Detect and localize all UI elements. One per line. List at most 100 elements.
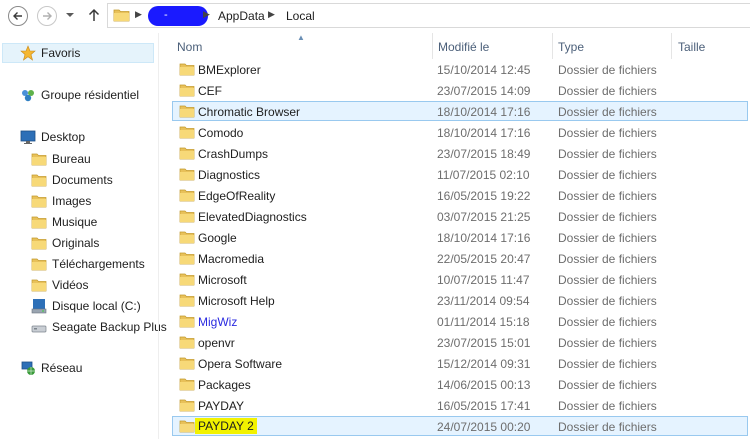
file-name: Chromatic Browser — [198, 105, 301, 119]
file-type: Dossier de fichiers — [558, 210, 657, 224]
file-type: Dossier de fichiers — [558, 420, 657, 434]
sidebar-item-homegroup[interactable]: Groupe résidentiel — [20, 85, 139, 105]
file-modified-date: 11/07/2015 02:10 — [437, 168, 530, 182]
sidebar-item-favorites[interactable]: Favoris — [2, 43, 154, 63]
sidebar-item-label: Bureau — [52, 152, 91, 166]
column-header-modified[interactable]: Modifié le — [438, 40, 489, 54]
sidebar-item-label: Desktop — [41, 130, 86, 144]
file-modified-date: 23/07/2015 14:09 — [437, 84, 531, 98]
file-modified-date: 23/07/2015 18:49 — [437, 147, 531, 161]
redaction-mark: - — [164, 9, 168, 21]
file-name: BMExplorer — [198, 63, 261, 77]
up-button[interactable] — [86, 6, 102, 24]
sidebar-item[interactable]: Seagate Backup Plus — [31, 317, 167, 337]
sidebar-item-label: Images — [52, 194, 92, 208]
sidebar-item[interactable]: Images — [31, 191, 91, 211]
sidebar-item-label: Vidéos — [52, 278, 89, 292]
sidebar-item-network[interactable]: Réseau — [20, 358, 82, 378]
file-name: Comodo — [198, 126, 244, 140]
file-row[interactable]: Google 18/10/2014 17:16 Dossier de fichier… — [172, 227, 748, 247]
file-row[interactable]: Microsoft 10/07/2015 11:47 Dossier de fich… — [172, 269, 748, 289]
file-type: Dossier de fichiers — [558, 336, 657, 350]
file-name: CrashDumps — [198, 147, 269, 161]
recent-locations-button[interactable] — [64, 8, 76, 22]
forward-arrow-icon — [37, 6, 57, 26]
file-type: Dossier de fichiers — [558, 63, 657, 77]
file-row[interactable]: CrashDumps 23/07/2015 18:49 Dossier de fic… — [172, 143, 748, 163]
pane-splitter[interactable] — [158, 33, 159, 439]
folder-icon — [31, 214, 47, 230]
column-header-name[interactable]: Nom — [177, 40, 202, 54]
sidebar-item[interactable]: Originals — [31, 233, 99, 253]
file-row[interactable]: ElevatedDiagnostics 03/07/2015 21:25 Dossi… — [172, 206, 748, 226]
breadcrumb-appdata[interactable]: AppData — [218, 9, 265, 23]
breadcrumb-separator-icon: ▶ — [203, 9, 210, 19]
navigation-pane: Favoris Groupe résidentiel Desktop Burea… — [0, 33, 167, 439]
file-name: EdgeOfReality — [198, 189, 276, 203]
file-row[interactable]: Diagnostics 11/07/2015 02:10 Dossier de fi… — [172, 164, 748, 184]
sidebar-item[interactable]: Disque local (C:) — [31, 296, 141, 316]
file-name: MigWiz — [198, 315, 238, 329]
file-row[interactable]: Macromedia 22/05/2015 20:47 Dossier de fic… — [172, 248, 748, 268]
sidebar-item-label: Téléchargements — [52, 257, 145, 271]
sidebar-item-desktop[interactable]: Desktop — [20, 127, 85, 147]
folder-icon — [31, 151, 47, 167]
file-type: Dossier de fichiers — [558, 399, 657, 413]
file-modified-date: 18/10/2014 17:16 — [437, 126, 531, 140]
sidebar-item[interactable]: Bureau — [31, 149, 91, 169]
back-button[interactable] — [7, 5, 29, 27]
file-row[interactable]: CEF 23/07/2015 14:09 Dossier de fichiers — [172, 80, 748, 100]
folder-icon — [179, 419, 195, 434]
file-row[interactable]: Microsoft Help 23/11/2014 09:54 Dossier de… — [172, 290, 748, 310]
folder-icon — [179, 209, 195, 224]
folder-icon — [31, 277, 47, 293]
file-row[interactable]: Comodo 18/10/2014 17:16 Dossier de fichier… — [172, 122, 748, 142]
column-divider[interactable] — [552, 33, 553, 59]
file-row[interactable]: BMExplorer 15/10/2014 12:45 Dossier de fic… — [172, 59, 748, 79]
folder-icon — [179, 104, 195, 119]
file-row[interactable]: MigWiz 01/11/2014 15:18 Dossier de fichier… — [172, 311, 748, 331]
column-header-size[interactable]: Taille — [678, 40, 705, 54]
address-input[interactable]: ▶ - ▶ AppData ▶ Local — [107, 3, 750, 28]
column-divider[interactable] — [432, 33, 433, 59]
breadcrumb-local[interactable]: Local — [286, 9, 315, 23]
file-row[interactable]: openvr 23/07/2015 15:01 Dossier de fichier… — [172, 332, 748, 352]
column-divider[interactable] — [671, 33, 672, 59]
sidebar-item-label: Originals — [52, 236, 100, 250]
sidebar-item-label: Musique — [52, 215, 98, 229]
sidebar-item[interactable]: Vidéos — [31, 275, 88, 295]
file-name: Diagnostics — [198, 168, 261, 182]
file-name: Microsoft — [198, 273, 247, 287]
folder-icon — [179, 167, 195, 182]
sidebar-item[interactable]: Documents — [31, 170, 113, 190]
file-row[interactable]: Chromatic Browser 18/10/2014 17:16 Dossier… — [172, 101, 748, 121]
file-name: ElevatedDiagnostics — [198, 210, 307, 224]
file-name: Opera Software — [198, 357, 283, 371]
file-name: Google — [198, 231, 237, 245]
folder-icon — [179, 335, 195, 350]
file-type: Dossier de fichiers — [558, 84, 657, 98]
redacted-username — [148, 6, 208, 26]
file-row[interactable]: PAYDAY 16/05/2015 17:41 Dossier de fichier… — [172, 395, 748, 415]
sidebar-item[interactable]: Téléchargements — [31, 254, 145, 274]
folder-icon — [179, 83, 195, 98]
sidebar-item-label: Documents — [52, 173, 113, 187]
folder-icon — [31, 193, 47, 209]
file-row[interactable]: Opera Software 15/12/2014 09:31 Dossier de… — [172, 353, 748, 373]
file-modified-date: 24/07/2015 00:20 — [437, 420, 531, 434]
sidebar-item[interactable]: Musique — [31, 212, 97, 232]
file-name: openvr — [198, 336, 235, 350]
file-name: Microsoft Help — [198, 294, 275, 308]
file-modified-date: 18/10/2014 17:16 — [437, 231, 531, 245]
folder-icon — [179, 377, 195, 392]
file-row[interactable]: PAYDAY 2 24/07/2015 00:20 Dossier de fichi… — [172, 416, 748, 436]
file-row[interactable]: Packages 14/06/2015 00:13 Dossier de fichi… — [172, 374, 748, 394]
file-type: Dossier de fichiers — [558, 189, 657, 203]
column-header-type[interactable]: Type — [558, 40, 584, 54]
file-modified-date: 18/10/2014 17:16 — [437, 105, 531, 119]
chevron-down-icon — [66, 13, 74, 17]
file-row[interactable]: EdgeOfReality 16/05/2015 19:22 Dossier de … — [172, 185, 748, 205]
file-name: Packages — [198, 378, 251, 392]
file-modified-date: 01/11/2014 15:18 — [437, 315, 530, 329]
forward-button[interactable] — [36, 5, 58, 27]
